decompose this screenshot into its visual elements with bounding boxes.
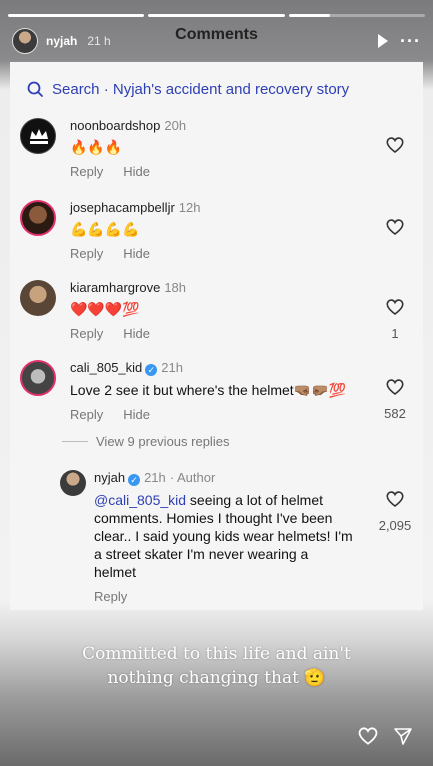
avatar[interactable] (20, 118, 56, 154)
comment-text: ❤️❤️❤️💯 (70, 301, 140, 317)
reply-button[interactable]: Reply (70, 326, 103, 341)
avatar[interactable] (20, 200, 56, 236)
reply-button[interactable]: Reply (70, 164, 103, 179)
story-header: nyjah 21 h Comments ··· (12, 26, 421, 56)
like-button[interactable] (385, 378, 405, 396)
author-avatar[interactable] (12, 28, 38, 54)
comment-time: 20h (164, 118, 187, 133)
comment-time: 12h (178, 200, 201, 215)
caption-line: nothing changing that 🫡 (107, 668, 326, 688)
play-icon[interactable] (378, 34, 389, 48)
view-replies-button[interactable]: View 9 previous replies (62, 434, 229, 449)
comment-username[interactable]: noonboardshop (70, 118, 160, 133)
reply-button[interactable]: Reply (70, 407, 103, 422)
comment-item: kiaramhargrove 18h ❤️❤️❤️💯 Reply Hide 1 (20, 280, 413, 354)
heart-icon (386, 379, 404, 396)
comment-text: 🔥🔥🔥 (70, 139, 123, 155)
like-button[interactable] (385, 136, 405, 154)
comment-item: cali_805_kid ✓ 21h Love 2 see it but where… (20, 360, 413, 434)
heart-icon (386, 137, 404, 154)
story-viewer: nyjah 21 h Comments ··· Search · Nyjah's… (0, 0, 433, 766)
hide-button[interactable]: Hide (123, 246, 150, 261)
send-icon (394, 728, 412, 745)
comment-item: noonboardshop 20h 🔥🔥🔥 Reply Hide (20, 118, 413, 188)
mention-link[interactable]: @cali_805_kid (94, 492, 186, 508)
author-tag: · Author (169, 470, 216, 485)
comment-username[interactable]: kiaramhargrove (70, 280, 160, 295)
search-icon (27, 81, 43, 97)
heart-icon (386, 219, 404, 236)
like-story-button[interactable] (357, 726, 379, 751)
comment-username[interactable]: josephacampbelljr (70, 200, 175, 215)
comment-time: 21h (161, 360, 183, 375)
share-button[interactable] (393, 726, 413, 751)
reply-text: @cali_805_kid seeing a lot of helmet com… (94, 491, 353, 581)
like-button[interactable] (385, 218, 405, 236)
comments-card: Search · Nyjah's accident and recovery s… (10, 62, 423, 610)
avatar[interactable] (20, 360, 56, 396)
heart-icon (358, 727, 378, 745)
related-search-link[interactable]: Search · Nyjah's accident and recovery s… (26, 80, 349, 98)
search-label: Search · Nyjah's accident and recovery s… (52, 80, 350, 98)
hide-button[interactable]: Hide (123, 407, 150, 422)
like-count: 2,095 (378, 518, 412, 533)
like-count: 582 (384, 406, 406, 421)
divider (62, 441, 88, 442)
crown-icon (30, 129, 48, 144)
reply-time: 21h (144, 470, 166, 485)
heart-icon (386, 491, 404, 508)
avatar[interactable] (20, 280, 56, 316)
like-count: 1 (391, 326, 399, 341)
avatar[interactable] (60, 470, 86, 496)
reply-button[interactable]: Reply (94, 589, 127, 604)
story-time: 21 h (87, 34, 111, 48)
comment-item: josephacampbelljr 12h 💪💪💪💪 Reply Hide (20, 200, 413, 270)
comment-username[interactable]: cali_805_kid (70, 360, 142, 375)
progress-segment (288, 14, 425, 17)
comment-text: 💪💪💪💪 (70, 221, 140, 237)
story-username[interactable]: nyjah (46, 34, 77, 48)
more-icon[interactable]: ··· (400, 31, 421, 52)
hide-button[interactable]: Hide (123, 326, 150, 341)
reply-button[interactable]: Reply (70, 246, 103, 261)
comment-text: Love 2 see it but where's the helmet🤜🏽🤛🏽… (70, 382, 346, 398)
like-button[interactable] (385, 298, 405, 316)
comment-time: 18h (164, 280, 187, 295)
progress-segment (148, 14, 285, 17)
story-progress (8, 14, 425, 17)
heart-icon (386, 299, 404, 316)
author-reply: nyjah ✓ 21h · Author @cali_805_kid seeing a… (60, 470, 413, 604)
caption-line: Committed to this life and ain't (82, 644, 351, 664)
like-button[interactable] (385, 490, 405, 508)
hide-button[interactable]: Hide (123, 164, 150, 179)
verified-badge-icon: ✓ (128, 474, 141, 486)
reply-username[interactable]: nyjah (94, 470, 125, 485)
progress-segment (8, 14, 145, 17)
verified-badge-icon: ✓ (145, 364, 158, 376)
story-caption: Committed to this life and ain't nothing… (0, 642, 433, 690)
view-replies-label: View 9 previous replies (96, 434, 230, 449)
